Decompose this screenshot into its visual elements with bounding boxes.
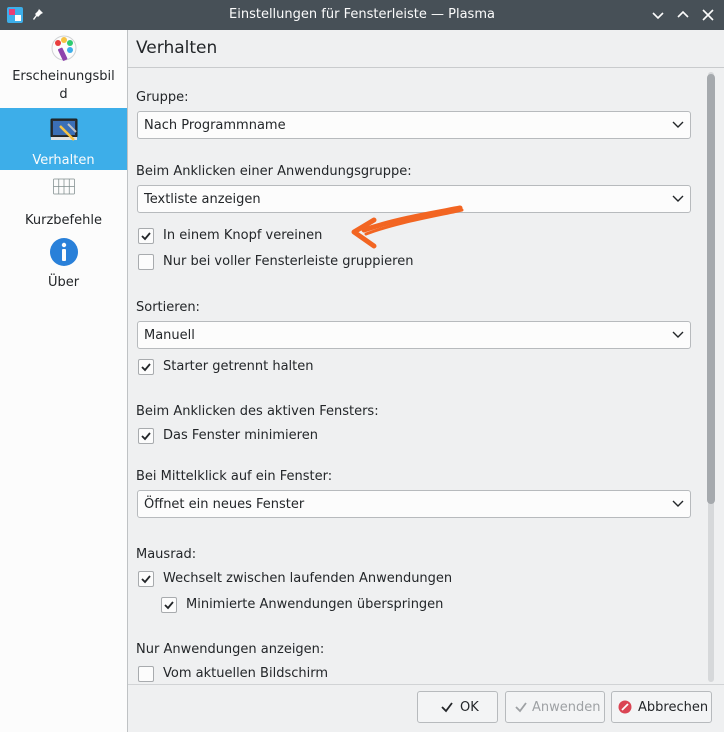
combine-checkbox-label: In einem Knopf vereinen	[163, 228, 323, 243]
sort-label: Sortieren:	[136, 300, 200, 315]
cancel-button-label: Abbrechen	[638, 700, 709, 715]
chevron-down-icon	[672, 331, 684, 338]
chevron-down-icon	[672, 500, 684, 507]
chevron-down-icon	[672, 195, 684, 202]
checkbox-box	[138, 428, 154, 444]
click-group-select-value: Textliste anzeigen	[144, 192, 261, 207]
checkbox-box	[138, 666, 154, 682]
checkbox-box	[138, 254, 154, 270]
checkbox-box	[138, 228, 154, 244]
cancel-button[interactable]: Abbrechen	[611, 691, 712, 723]
middle-click-select[interactable]: Öffnet ein neues Fenster	[137, 490, 691, 518]
checkmark-icon	[515, 702, 527, 713]
current-screen-checkbox-label: Vom aktuellen Bildschirm	[163, 666, 329, 681]
window-title: Einstellungen für Fensterleiste — Plasma	[229, 7, 495, 22]
apply-button[interactable]: Anwenden	[505, 691, 605, 723]
sidebar-item-label-wrap: d	[59, 87, 68, 102]
page-title: Verhalten	[136, 38, 218, 58]
checkbox-box	[138, 571, 154, 587]
ok-button[interactable]: OK	[417, 691, 498, 723]
sidebar-item-shortcuts[interactable]: Kurzbefehle	[0, 170, 127, 232]
click-group-label: Beim Anklicken einer Anwendungsgruppe:	[136, 164, 412, 179]
behavior-icon	[50, 118, 77, 141]
appearance-icon	[51, 35, 76, 61]
sort-select-value: Manuell	[144, 328, 195, 343]
checkmark-icon	[141, 575, 151, 584]
only-show-label: Nur Anwendungen anzeigen:	[136, 642, 325, 657]
ok-button-label: OK	[460, 700, 479, 715]
sidebar-item-behavior[interactable]: Verhalten	[0, 108, 127, 170]
launchers-checkbox-label: Starter getrennt halten	[163, 359, 314, 374]
checkmark-icon	[441, 702, 453, 713]
checkbox-box	[138, 359, 154, 375]
keyboard-icon	[52, 178, 75, 195]
scrollbar-thumb[interactable]	[707, 74, 715, 504]
middle-click-select-value: Öffnet ein neues Fenster	[144, 497, 305, 512]
chevron-up-icon	[677, 10, 689, 18]
checkmark-icon	[141, 363, 151, 372]
sidebar-item-label: Kurzbefehle	[25, 213, 102, 228]
checkmark-icon	[141, 432, 151, 441]
settings-content: Gruppe: Nach Programmname Beim Anklicken…	[128, 68, 724, 684]
chevron-down-icon	[652, 12, 664, 20]
page-header: Verhalten	[128, 30, 724, 68]
dropdown-button[interactable]	[648, 5, 668, 25]
sidebar-item-label: Über	[47, 275, 80, 290]
wheel-label: Mausrad:	[136, 547, 197, 562]
minimize-checkbox-label: Das Fenster minimieren	[163, 428, 318, 443]
info-icon	[49, 238, 78, 266]
sort-select[interactable]: Manuell	[137, 321, 691, 349]
maximize-button[interactable]	[673, 5, 693, 25]
chevron-down-icon	[672, 121, 684, 128]
apply-button-label: Anwenden	[532, 700, 601, 715]
sidebar-item-about[interactable]: Über	[0, 232, 127, 294]
title-bar: Einstellungen für Fensterleiste — Plasma	[0, 0, 724, 30]
sidebar-item-label: Erscheinungsbil	[12, 69, 115, 84]
close-button[interactable]	[698, 5, 718, 25]
vertical-scrollbar[interactable]	[704, 72, 718, 682]
checkbox-box	[161, 597, 177, 613]
group-select[interactable]: Nach Programmname	[137, 111, 691, 139]
group-label: Gruppe:	[136, 90, 189, 105]
sidebar: Erscheinungsbil d Verhalten Kurzbefehle …	[0, 30, 128, 732]
annotation-arrow-icon	[351, 205, 464, 249]
sidebar-item-label: Verhalten	[32, 153, 95, 168]
sidebar-item-appearance[interactable]: Erscheinungsbil d	[0, 30, 127, 108]
cancel-icon	[618, 700, 632, 714]
group-select-value: Nach Programmname	[144, 118, 286, 133]
middle-click-label: Bei Mittelklick auf ein Fenster:	[136, 469, 333, 484]
checkmark-icon	[164, 601, 174, 610]
close-icon	[702, 9, 714, 21]
skip-minimized-checkbox-label: Minimierte Anwendungen überspringen	[186, 597, 444, 612]
active-click-label: Beim Anklicken des aktiven Fensters:	[136, 404, 379, 419]
checkmark-icon	[141, 232, 151, 241]
dialog-button-bar: OK Anwenden Abbrechen	[128, 684, 724, 732]
wheel-cycle-checkbox-label: Wechselt zwischen laufenden Anwendungen	[163, 571, 453, 586]
